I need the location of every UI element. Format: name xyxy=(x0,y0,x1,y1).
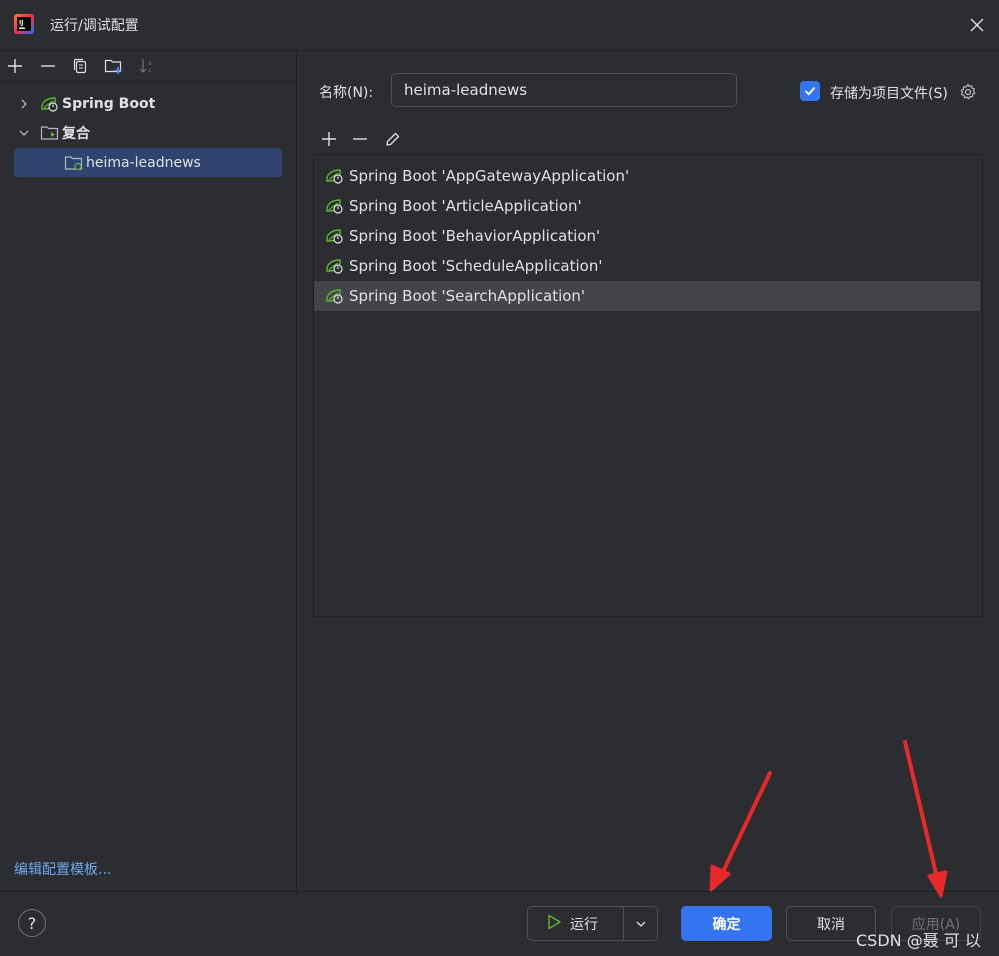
dialog-footer: ? 运行 确定 取消 应用(A) CSDN @聂 可 以 xyxy=(0,891,999,956)
chevron-down-icon[interactable] xyxy=(624,907,657,940)
chevron-right-icon[interactable] xyxy=(14,94,34,114)
run-button-main[interactable]: 运行 xyxy=(528,907,624,940)
tree-item-compound[interactable]: 复合 xyxy=(14,118,282,147)
watermark: CSDN @聂 可 以 xyxy=(856,931,981,950)
add-icon[interactable] xyxy=(5,56,25,76)
svg-text:IJ: IJ xyxy=(19,20,23,27)
spring-boot-icon xyxy=(40,94,60,114)
list-item[interactable]: Spring Boot 'ScheduleApplication' xyxy=(314,251,980,281)
spring-boot-icon xyxy=(324,225,346,247)
tree-item-spring-boot[interactable]: Spring Boot xyxy=(14,89,282,118)
new-folder-icon[interactable] xyxy=(104,56,124,76)
configuration-editor: 名称(N): 存储为项目文件(S) Spring Boot 'AppGatewa… xyxy=(297,51,999,891)
compound-config-icon xyxy=(64,153,84,173)
list-item-label: Spring Boot 'ArticleApplication' xyxy=(349,197,582,215)
store-as-project-file-label: 存储为项目文件(S) xyxy=(830,86,948,102)
title-bar: IJ 运行/调试配置 xyxy=(0,0,999,51)
edit-templates-link[interactable]: 编辑配置模板... xyxy=(14,859,111,879)
configurations-sidebar: az Spring Boot 复合 heima-leadnews 编辑配置模板.… xyxy=(0,51,297,891)
gear-icon[interactable] xyxy=(957,81,979,103)
help-button[interactable]: ? xyxy=(18,909,46,937)
copy-icon[interactable] xyxy=(70,56,90,76)
tree-item-label: Spring Boot xyxy=(62,95,156,112)
list-item[interactable]: Spring Boot 'AppGatewayApplication' xyxy=(314,161,980,191)
list-item-label: Spring Boot 'BehaviorApplication' xyxy=(349,227,601,245)
tree-item-heima-leadnews[interactable]: heima-leadnews xyxy=(14,148,282,177)
add-icon[interactable] xyxy=(317,127,341,151)
svg-text:z: z xyxy=(148,67,151,74)
spring-boot-icon xyxy=(324,165,346,187)
list-item[interactable]: Spring Boot 'ArticleApplication' xyxy=(314,191,980,221)
tree-item-label: heima-leadnews xyxy=(86,154,201,171)
edit-icon[interactable] xyxy=(381,127,405,151)
sidebar-toolbar: az xyxy=(0,51,296,82)
window-title: 运行/调试配置 xyxy=(50,18,139,34)
name-label: 名称(N): xyxy=(319,85,374,101)
list-item-label: Spring Boot 'AppGatewayApplication' xyxy=(349,167,630,185)
compound-folder-icon xyxy=(40,123,60,143)
configurations-list: Spring Boot 'AppGatewayApplication' Spri… xyxy=(313,154,983,617)
ok-button[interactable]: 确定 xyxy=(681,906,772,941)
svg-text:a: a xyxy=(148,60,152,67)
run-button-label: 运行 xyxy=(570,916,598,933)
remove-icon[interactable] xyxy=(38,56,58,76)
store-as-project-file-checkbox[interactable] xyxy=(800,81,820,101)
tree-item-label: 复合 xyxy=(62,125,90,142)
list-item-label: Spring Boot 'SearchApplication' xyxy=(349,287,586,305)
configurations-list-toolbar xyxy=(315,127,435,151)
spring-boot-icon xyxy=(324,255,346,277)
list-item-label: Spring Boot 'ScheduleApplication' xyxy=(349,257,603,275)
sort-icon[interactable]: az xyxy=(137,56,157,76)
spring-boot-icon xyxy=(324,195,346,217)
close-icon[interactable] xyxy=(965,13,989,37)
name-input[interactable] xyxy=(391,73,737,107)
play-icon xyxy=(546,914,562,934)
list-item[interactable]: Spring Boot 'SearchApplication' xyxy=(314,281,980,311)
list-item[interactable]: Spring Boot 'BehaviorApplication' xyxy=(314,221,980,251)
intellij-logo-icon: IJ xyxy=(14,14,34,34)
spring-boot-icon xyxy=(324,285,346,307)
chevron-down-icon[interactable] xyxy=(14,123,34,143)
remove-icon[interactable] xyxy=(348,127,372,151)
run-button[interactable]: 运行 xyxy=(527,906,658,941)
